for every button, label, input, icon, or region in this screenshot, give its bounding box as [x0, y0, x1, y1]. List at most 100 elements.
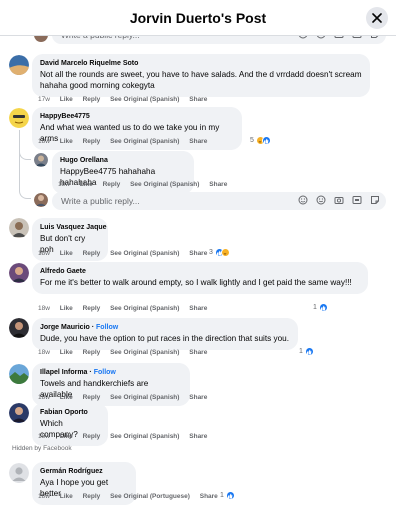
- comment-author[interactable]: David Marcelo Riquelme Soto: [40, 59, 362, 69]
- sticker-icon[interactable]: [370, 195, 380, 205]
- share-button[interactable]: Share: [189, 394, 207, 401]
- like-button[interactable]: Like: [80, 181, 93, 188]
- reply-input[interactable]: Write a public reply...: [52, 36, 386, 44]
- reply-button[interactable]: Reply: [83, 433, 101, 440]
- share-button[interactable]: Share: [189, 305, 207, 312]
- reply-button[interactable]: Reply: [83, 394, 101, 401]
- like-button[interactable]: Like: [60, 305, 73, 312]
- reaction-count: 5: [250, 137, 254, 144]
- comment-time[interactable]: 17w: [38, 96, 50, 103]
- follow-button[interactable]: Follow: [96, 324, 118, 331]
- see-original-button[interactable]: See Original (Spanish): [110, 138, 179, 145]
- comment-time[interactable]: 18w: [58, 181, 70, 188]
- share-button[interactable]: Share: [189, 349, 207, 356]
- reaction-summary[interactable]: 1: [313, 303, 328, 312]
- like-button[interactable]: Like: [60, 349, 73, 356]
- avatar: [34, 193, 48, 207]
- see-original-button[interactable]: See Original (Portuguese): [110, 493, 190, 500]
- follow-button[interactable]: Follow: [94, 369, 116, 376]
- camera-icon[interactable]: [334, 36, 344, 39]
- avatar[interactable]: [9, 364, 29, 384]
- like-button[interactable]: Like: [60, 96, 73, 103]
- reaction-summary[interactable]: 1: [299, 347, 314, 356]
- reply-button[interactable]: Reply: [83, 349, 101, 356]
- comment-text: Not all the rounds are sweet, you have t…: [40, 70, 362, 90]
- reaction-summary[interactable]: 3: [209, 248, 230, 257]
- avatar[interactable]: [9, 463, 29, 483]
- reply-input[interactable]: Write a public reply...: [52, 192, 386, 210]
- comment-author[interactable]: Luis Vasquez Jaque: [40, 223, 107, 233]
- avatar-sticker-icon[interactable]: [298, 36, 308, 39]
- comment-author-name[interactable]: Illapel Informa: [40, 369, 87, 376]
- thread-connector: [19, 150, 31, 160]
- comment-author[interactable]: Alfredo Gaete: [40, 267, 360, 277]
- comment-time[interactable]: 18w: [38, 305, 50, 312]
- share-button[interactable]: Share: [189, 250, 207, 257]
- share-button[interactable]: Share: [189, 138, 207, 145]
- comment-text: For me it's better to walk around empty,…: [40, 278, 352, 287]
- comment-bubble: Alfredo Gaete For me it's better to walk…: [32, 262, 368, 294]
- comment-text: Dude, you have the option to put races i…: [40, 334, 289, 343]
- emoji-icon[interactable]: [316, 36, 326, 39]
- like-reaction-icon: [261, 136, 271, 145]
- comment-time[interactable]: 18w: [38, 138, 50, 145]
- comment-actions: 18w Like Reply See Original (Spanish) Sh…: [38, 433, 215, 440]
- avatar[interactable]: [9, 218, 29, 238]
- like-button[interactable]: Like: [60, 138, 73, 145]
- reaction-count: 1: [220, 492, 224, 499]
- comment-time[interactable]: 18w: [38, 349, 50, 356]
- see-original-button[interactable]: See Original (Spanish): [110, 394, 179, 401]
- camera-icon[interactable]: [334, 195, 344, 205]
- share-button[interactable]: Share: [209, 181, 227, 188]
- comment-time[interactable]: 18w: [38, 433, 50, 440]
- share-button[interactable]: Share: [189, 433, 207, 440]
- avatar: [34, 36, 48, 42]
- comment-author-name[interactable]: Jorge Mauricio: [40, 324, 90, 331]
- comment-author[interactable]: Germán Rodríguez: [40, 467, 128, 477]
- sticker-icon[interactable]: [370, 36, 380, 39]
- like-button[interactable]: Like: [60, 394, 73, 401]
- reply-button[interactable]: Reply: [83, 138, 101, 145]
- haha-reaction-icon: [220, 248, 230, 257]
- see-original-button[interactable]: See Original (Spanish): [110, 96, 179, 103]
- avatar[interactable]: [9, 55, 29, 75]
- comment-author[interactable]: HappyBee4775: [40, 112, 234, 122]
- like-button[interactable]: Like: [60, 493, 73, 500]
- avatar[interactable]: [9, 403, 29, 423]
- reply-button[interactable]: Reply: [103, 181, 121, 188]
- comment-time[interactable]: 18w: [38, 250, 50, 257]
- reply-button[interactable]: Reply: [83, 96, 101, 103]
- close-button[interactable]: [366, 7, 388, 29]
- avatar[interactable]: [9, 263, 29, 283]
- gif-icon[interactable]: [352, 36, 362, 39]
- avatar-sticker-icon[interactable]: [298, 195, 308, 205]
- like-button[interactable]: Like: [60, 433, 73, 440]
- see-original-button[interactable]: See Original (Spanish): [110, 349, 179, 356]
- comment-author[interactable]: Fabian Oporto: [40, 408, 100, 418]
- share-button[interactable]: Share: [189, 96, 207, 103]
- reply-box-partial: Write a public reply...: [34, 36, 386, 45]
- reply-button[interactable]: Reply: [83, 305, 101, 312]
- see-original-button[interactable]: See Original (Spanish): [110, 250, 179, 257]
- dialog-header: Jorvin Duerto's Post: [0, 0, 396, 36]
- see-original-button[interactable]: See Original (Spanish): [110, 433, 179, 440]
- comment-time[interactable]: 18w: [38, 394, 50, 401]
- comment-author[interactable]: Hugo Orellana: [60, 156, 186, 166]
- share-button[interactable]: Share: [200, 493, 218, 500]
- emoji-icon[interactable]: [316, 195, 326, 205]
- like-button[interactable]: Like: [60, 250, 73, 257]
- reply-button[interactable]: Reply: [83, 493, 101, 500]
- comment-actions: 18w Like Reply See Original (Spanish) Sh…: [58, 181, 235, 188]
- gif-icon[interactable]: [352, 195, 362, 205]
- see-original-button[interactable]: See Original (Spanish): [130, 181, 199, 188]
- comment-time[interactable]: 18w: [38, 493, 50, 500]
- reaction-summary[interactable]: 1: [220, 491, 235, 500]
- avatar[interactable]: [9, 108, 29, 128]
- avatar[interactable]: [9, 318, 29, 338]
- see-original-button[interactable]: See Original (Spanish): [110, 305, 179, 312]
- comment-author: Jorge Mauricio · Follow: [40, 324, 119, 331]
- avatar[interactable]: [34, 153, 48, 167]
- close-icon: [372, 13, 382, 23]
- reply-button[interactable]: Reply: [83, 250, 101, 257]
- reaction-summary[interactable]: 5: [250, 136, 271, 145]
